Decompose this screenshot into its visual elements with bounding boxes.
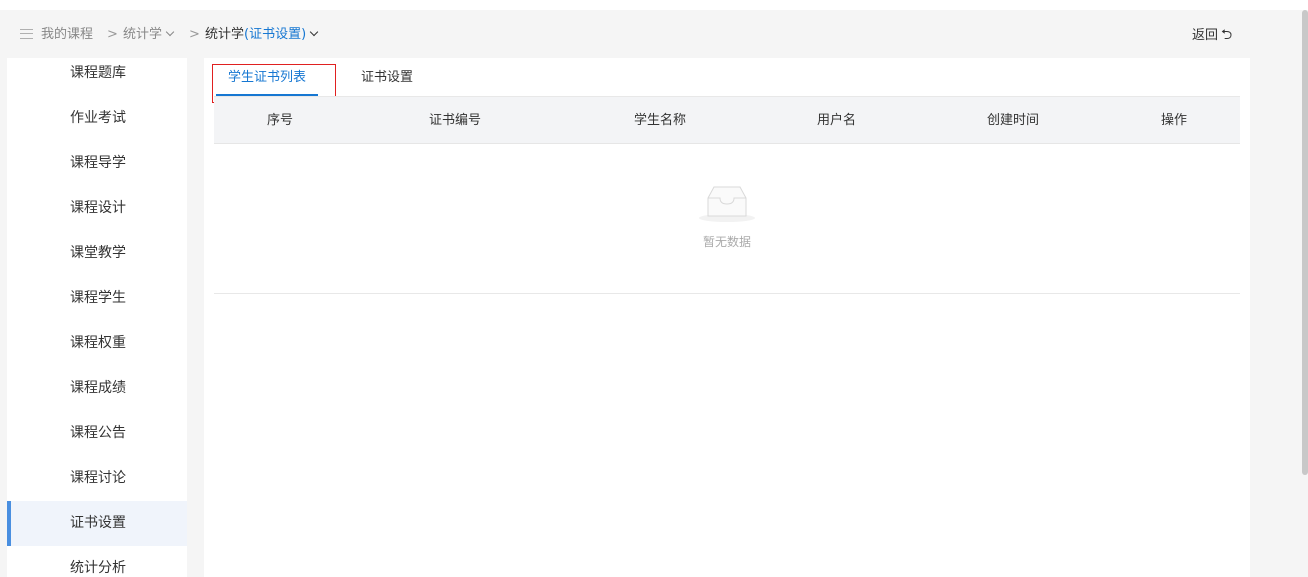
sidebar-item-label: 统计分析 bbox=[70, 560, 126, 576]
sidebar-item-label: 课程题库 bbox=[70, 65, 126, 81]
sidebar-item-certificate-settings[interactable]: 证书设置 bbox=[7, 501, 187, 546]
sidebar-item-course-grades[interactable]: 课程成绩 bbox=[7, 366, 187, 411]
sidebar-item-label: 课程设计 bbox=[70, 200, 126, 216]
breadcrumb-separator: > bbox=[189, 27, 200, 42]
sidebar-item-label: 课程公告 bbox=[70, 425, 126, 441]
chevron-down-icon bbox=[165, 27, 175, 37]
breadcrumb-bar: 我的课程 > 统计学 > 统计学(证书设置) 返回 ⮌ bbox=[0, 10, 1250, 58]
sidebar-item-course-guide[interactable]: 课程导学 bbox=[7, 141, 187, 186]
sidebar-item-course-announcements[interactable]: 课程公告 bbox=[7, 411, 187, 456]
sidebar-item-statistics[interactable]: 统计分析 bbox=[7, 546, 187, 577]
breadcrumb-current-dropdown[interactable]: 统计学(证书设置) bbox=[205, 26, 319, 44]
sidebar-item-label: 作业考试 bbox=[70, 110, 126, 126]
sidebar-item-assignments-exams[interactable]: 作业考试 bbox=[7, 96, 187, 141]
column-header-username: 用户名 bbox=[817, 113, 857, 128]
column-header-created-time: 创建时间 bbox=[987, 113, 1040, 128]
sidebar-item-label: 课堂教学 bbox=[70, 245, 126, 261]
column-header-actions: 操作 bbox=[1161, 113, 1188, 128]
undo-arrow-icon: ⮌ bbox=[1221, 27, 1233, 43]
empty-state-text: 暂无数据 bbox=[702, 235, 751, 249]
sidebar-item-question-bank[interactable]: 课程题库 bbox=[7, 51, 187, 96]
breadcrumb-current-suffix: (证书设置) bbox=[244, 27, 307, 42]
back-button[interactable]: 返回 ⮌ bbox=[1192, 26, 1232, 45]
column-header-certificate-number: 证书编号 bbox=[429, 113, 482, 128]
sidebar-item-course-design[interactable]: 课程设计 bbox=[7, 186, 187, 231]
breadcrumb-course-dropdown[interactable]: 统计学 bbox=[123, 26, 175, 44]
empty-inbox-icon bbox=[699, 186, 755, 222]
table-bottom-border bbox=[214, 293, 1240, 294]
back-label: 返回 bbox=[1192, 28, 1219, 43]
sidebar-item-label: 课程导学 bbox=[70, 155, 126, 171]
breadcrumb-my-courses[interactable]: 我的课程 bbox=[41, 26, 93, 44]
chevron-down-icon bbox=[309, 27, 319, 37]
scrollbar[interactable] bbox=[1302, 10, 1308, 475]
sidebar-item-label: 课程权重 bbox=[70, 335, 126, 351]
table-header: 序号 证书编号 学生名称 用户名 创建时间 操作 bbox=[214, 96, 1240, 144]
sidebar-item-classroom-teaching[interactable]: 课堂教学 bbox=[7, 231, 187, 276]
sidebar-item-course-weights[interactable]: 课程权重 bbox=[7, 321, 187, 366]
breadcrumb-current-prefix: 统计学 bbox=[205, 27, 245, 42]
menu-icon[interactable] bbox=[20, 29, 33, 39]
sidebar-item-course-discussion[interactable]: 课程讨论 bbox=[7, 456, 187, 501]
main-panel: 学生证书列表 证书设置 序号 证书编号 学生名称 用户名 创建时间 操作 暂无数… bbox=[204, 58, 1250, 577]
sidebar-item-label: 课程成绩 bbox=[70, 380, 126, 396]
breadcrumb-course-label: 统计学 bbox=[123, 27, 163, 42]
column-header-student-name: 学生名称 bbox=[634, 113, 687, 128]
tab-certificate-settings[interactable]: 证书设置 bbox=[361, 69, 413, 87]
sidebar-item-label: 课程讨论 bbox=[70, 470, 126, 486]
breadcrumb-separator: > bbox=[107, 27, 118, 42]
sidebar-item-course-students[interactable]: 课程学生 bbox=[7, 276, 187, 321]
sidebar: 课程题库 作业考试 课程导学 课程设计 课堂教学 课程学生 课程权重 课程成绩 … bbox=[7, 58, 187, 577]
top-strip bbox=[0, 0, 1308, 10]
sidebar-item-label: 课程学生 bbox=[70, 290, 126, 306]
sidebar-item-label: 证书设置 bbox=[70, 515, 126, 531]
column-header-index: 序号 bbox=[267, 113, 294, 128]
